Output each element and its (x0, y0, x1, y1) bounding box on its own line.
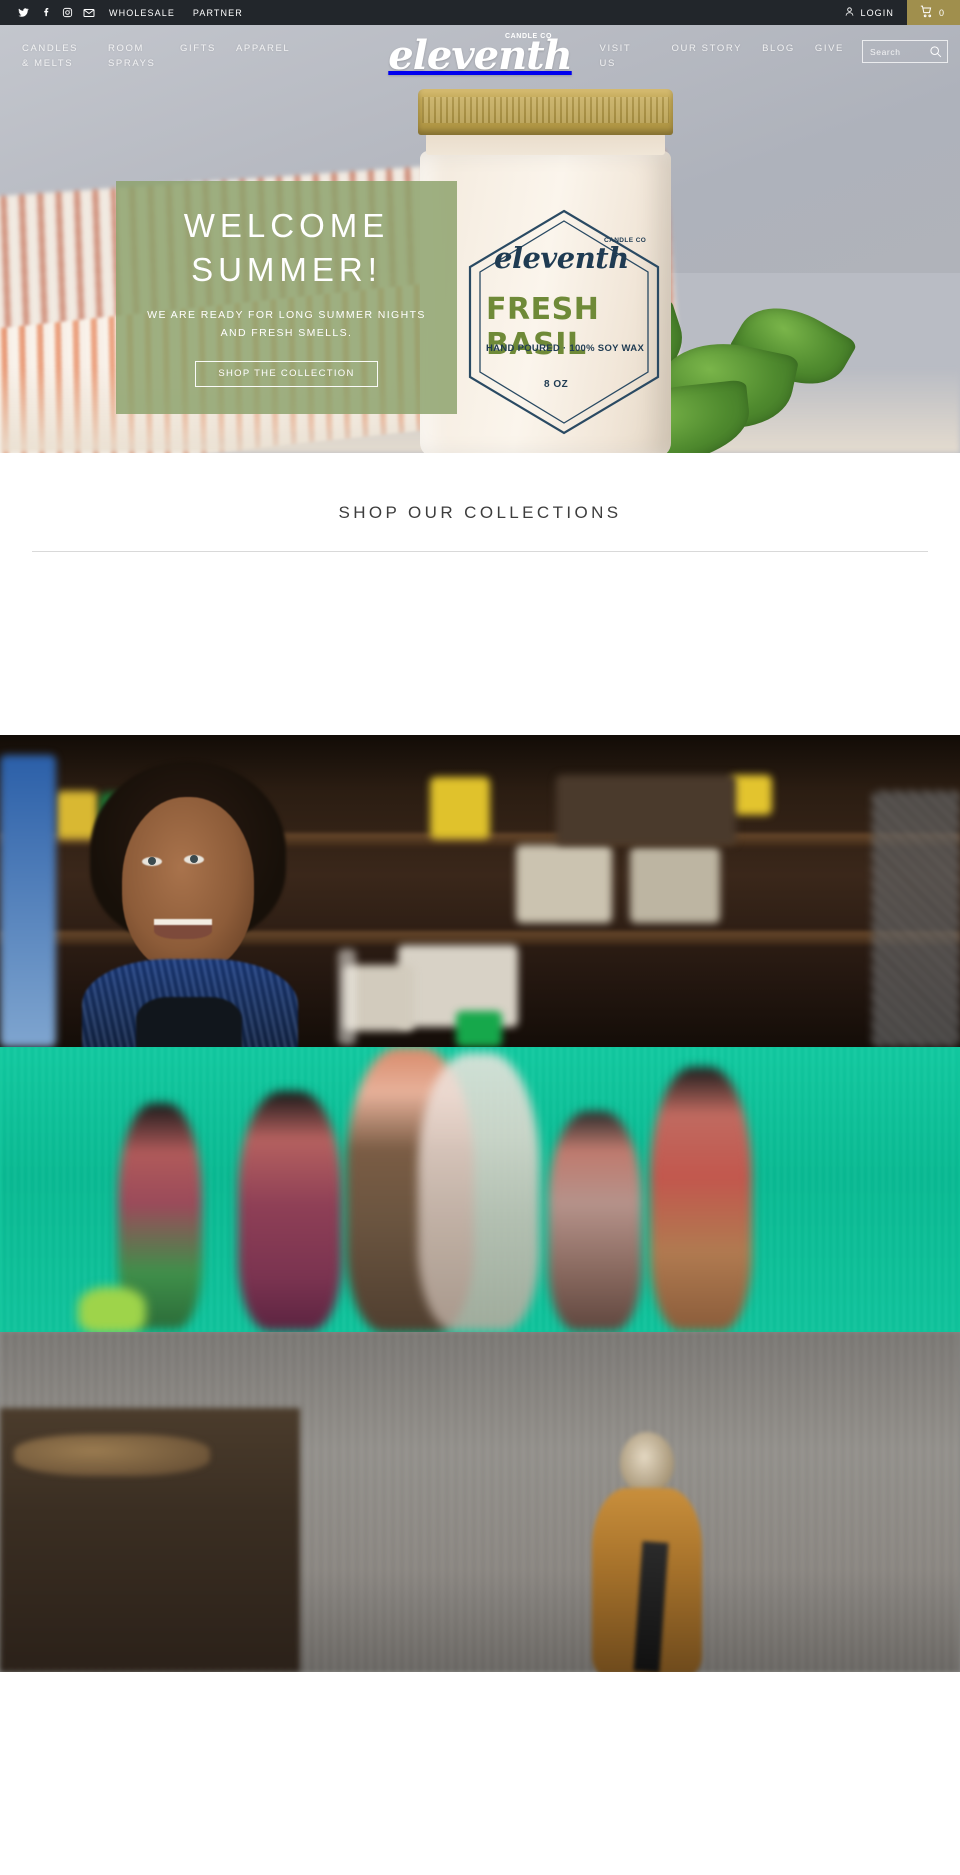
nav-item-visit-us[interactable]: VISIT US (590, 41, 662, 71)
nav-item-give[interactable]: GIVE (805, 41, 854, 56)
header-inner: CANDLES & MELTS ROOM SPRAYS GIFTS APPARE… (0, 25, 960, 76)
email-icon[interactable] (78, 0, 100, 25)
nav-item-apparel[interactable]: APPAREL (226, 41, 300, 56)
jar-size-text: 8 OZ (544, 379, 569, 390)
nav-item-room-sprays[interactable]: ROOM SPRAYS (98, 41, 170, 71)
jar-description-text: HAND POURED · 100% SOY WAX (486, 343, 645, 354)
primary-nav-left: CANDLES & MELTS ROOM SPRAYS GIFTS APPARE… (12, 41, 405, 71)
primary-nav-right: VISIT US OUR STORY BLOG GIVE (555, 40, 948, 71)
logo-mark: eleventh CANDLE CO (388, 27, 572, 85)
cart-count: 0 (938, 7, 945, 18)
market-figure (586, 1432, 706, 1672)
nav-item-gifts[interactable]: GIFTS (170, 41, 226, 56)
logo-tagline: CANDLE CO (504, 33, 552, 40)
hero-text-card: WELCOME SUMMER! WE ARE READY FOR LONG SU… (116, 181, 457, 414)
top-utility-bar: WHOLESALE PARTNER LOGIN 0 (0, 0, 960, 25)
jar-brand-text: eleventh (494, 241, 629, 275)
collections-grid (0, 552, 960, 672)
search-icon[interactable] (929, 45, 942, 58)
hero-title: WELCOME SUMMER! (183, 206, 390, 289)
site-logo[interactable]: eleventh CANDLE CO (388, 27, 572, 85)
nav-item-blog[interactable]: BLOG (752, 41, 805, 56)
group-photo[interactable] (0, 1047, 960, 1332)
logo-wordmark: eleventh (388, 32, 572, 79)
user-icon (844, 6, 855, 19)
topbar-right-group: LOGIN 0 (831, 0, 960, 25)
collections-section: SHOP OUR COLLECTIONS (0, 453, 960, 735)
instagram-icon[interactable] (56, 0, 78, 25)
hero-subtitle: WE ARE READY FOR LONG SUMMER NIGHTS AND … (147, 308, 426, 340)
shopkeeper-photo[interactable] (0, 735, 960, 1047)
topbar-link-partner[interactable]: PARTNER (184, 8, 252, 18)
collections-heading: SHOP OUR COLLECTIONS (338, 503, 622, 522)
topbar-left-group: WHOLESALE PARTNER (0, 0, 252, 25)
twitter-icon[interactable] (12, 0, 34, 25)
login-button[interactable]: LOGIN (831, 0, 907, 25)
facebook-icon[interactable] (34, 0, 56, 25)
search-input[interactable] (870, 46, 929, 57)
nav-item-our-story[interactable]: OUR STORY (662, 41, 753, 56)
market-photo[interactable] (0, 1332, 960, 1672)
shop-the-collection-button[interactable]: SHOP THE COLLECTION (195, 360, 378, 388)
cart-icon (920, 5, 933, 20)
login-label: LOGIN (860, 7, 894, 18)
cart-button[interactable]: 0 (906, 0, 960, 25)
hero-banner: eleventh CANDLE CO FRESH BASIL HAND POUR… (0, 25, 960, 453)
nav-item-candles-melts[interactable]: CANDLES & MELTS (12, 41, 98, 71)
topbar-link-wholesale[interactable]: WHOLESALE (100, 8, 184, 18)
site-header: CANDLES & MELTS ROOM SPRAYS GIFTS APPARE… (0, 25, 960, 76)
search-form[interactable] (862, 40, 948, 63)
shopkeeper-figure (78, 761, 298, 1047)
jar-brand-tagline: CANDLE CO (604, 237, 647, 244)
